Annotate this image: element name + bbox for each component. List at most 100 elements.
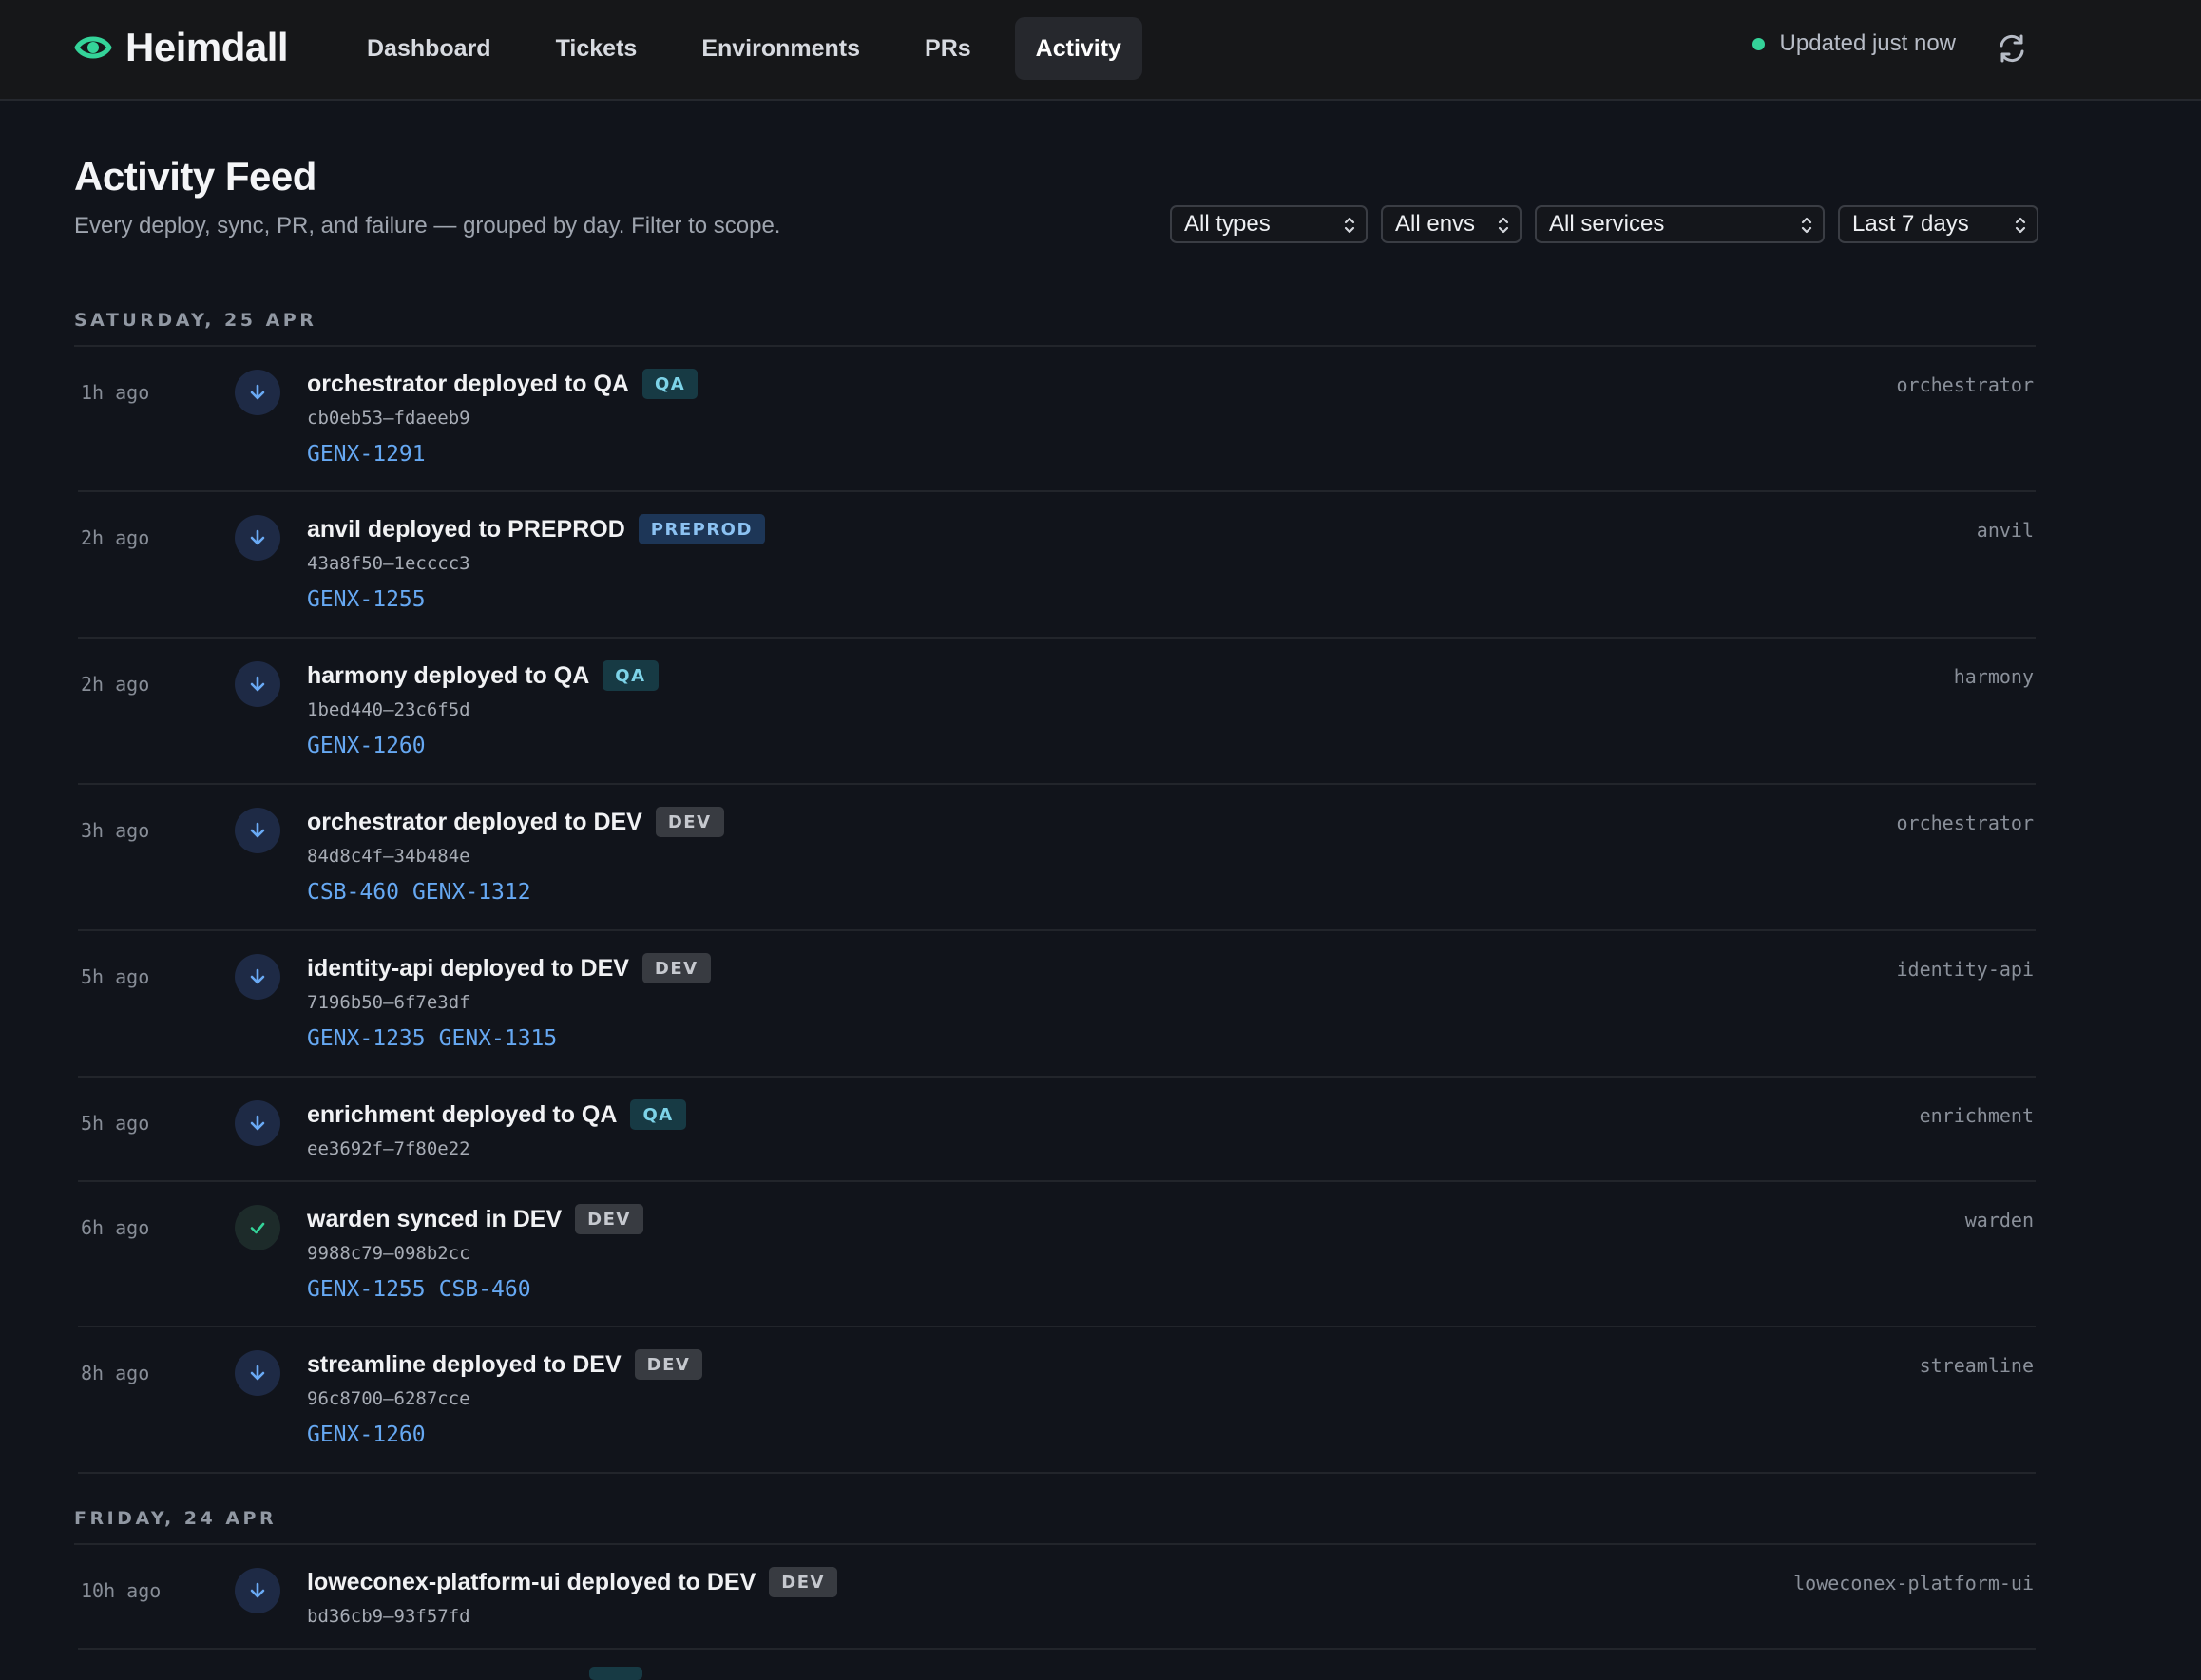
event-title: warden synced in DEV	[307, 1205, 563, 1232]
activity-row[interactable]: 2h ago anvil deployed to PREPROD PREPROD…	[78, 492, 2036, 639]
commit-range: 84d8c4f—34b484e	[307, 846, 470, 867]
refresh-icon[interactable]	[1994, 30, 2030, 67]
ticket-link[interactable]: GENX-1315	[439, 1026, 558, 1051]
deploy-status-icon	[235, 1568, 280, 1613]
service-name: harmony	[1953, 665, 2034, 688]
brand[interactable]: Heimdall	[74, 25, 289, 70]
env-filter-value: All envs	[1395, 211, 1476, 237]
env-filter-select[interactable]: All envs	[1381, 205, 1522, 243]
ticket-link[interactable]: GENX-1260	[307, 1422, 426, 1447]
service-name: warden	[1964, 1209, 2034, 1231]
activity-row[interactable]: 8h ago streamline deployed to DEV DEV 96…	[78, 1327, 2036, 1474]
sync-status-icon	[235, 1205, 280, 1250]
arrow-down-icon	[250, 1365, 265, 1381]
service-name: loweconex-platform-ui	[1793, 1572, 2034, 1594]
event-title: identity-api deployed to DEV	[307, 954, 629, 982]
event-time: 1h ago	[81, 381, 150, 404]
status-text: Updated just now	[1779, 30, 1956, 56]
ticket-link[interactable]: GENX-1255	[307, 1277, 426, 1302]
range-filter-value: Last 7 days	[1852, 211, 1969, 237]
event-title: orchestrator deployed to QA	[307, 370, 629, 397]
deploy-status-icon	[235, 1350, 280, 1396]
env-badge: DEV	[575, 1204, 643, 1234]
ticket-link[interactable]: GENX-1291	[307, 442, 426, 467]
deploy-status-icon	[235, 661, 280, 707]
type-filter-value: All types	[1184, 211, 1271, 237]
env-badge-partial	[589, 1667, 642, 1680]
event-time: 5h ago	[81, 965, 150, 988]
check-icon	[250, 1222, 265, 1234]
page-header: Activity Feed Every deploy, sync, PR, an…	[74, 154, 780, 239]
arrow-down-icon	[250, 822, 265, 838]
ticket-link[interactable]: CSB-460	[307, 880, 399, 905]
activity-row[interactable]: 2h ago harmony deployed to QA QA 1bed440…	[78, 639, 2036, 785]
env-badge: QA	[641, 369, 699, 399]
status-dot	[1751, 37, 1765, 50]
tab-environments[interactable]: Environments	[680, 17, 881, 80]
commit-range: 7196b50—6f7e3df	[307, 992, 470, 1013]
deploy-status-icon	[235, 1100, 280, 1146]
ticket-link[interactable]: CSB-460	[439, 1277, 531, 1302]
env-badge: DEV	[769, 1567, 837, 1597]
service-name: orchestrator	[1896, 811, 2035, 834]
service-name: anvil	[1976, 519, 2034, 542]
day-label: FRIDAY, 24 APR	[74, 1508, 278, 1529]
env-badge: DEV	[655, 807, 724, 837]
env-badge: QA	[603, 660, 659, 691]
event-title: enrichment deployed to QA	[307, 1100, 618, 1128]
tab-prs[interactable]: PRs	[904, 17, 992, 80]
day-label: SATURDAY, 25 APR	[74, 310, 317, 331]
activity-row[interactable]: 5h ago identity-api deployed to DEV DEV …	[78, 931, 2036, 1078]
page-subtitle: Every deploy, sync, PR, and failure — gr…	[74, 213, 781, 239]
event-title: harmony deployed to QA	[307, 661, 590, 689]
activity-row[interactable]: 6h ago warden synced in DEV DEV 9988c79—…	[78, 1182, 2036, 1327]
event-title: streamline deployed to DEV	[307, 1350, 622, 1378]
filter-bar: All types All envs All services Last 7 d…	[1170, 205, 2038, 243]
page-title: Activity Feed	[74, 154, 316, 199]
event-time: 6h ago	[81, 1216, 150, 1239]
service-name: enrichment	[1919, 1104, 2034, 1127]
commit-range: 1bed440—23c6f5d	[307, 699, 470, 720]
event-time: 5h ago	[81, 1112, 150, 1135]
eye-logo-icon	[74, 36, 112, 59]
deploy-status-icon	[235, 370, 280, 415]
activity-row[interactable]: 10h ago loweconex-platform-ui deployed t…	[78, 1545, 2036, 1650]
arrow-down-icon	[250, 1115, 265, 1131]
commit-range: 96c8700—6287cce	[307, 1388, 470, 1409]
activity-row[interactable]: 1h ago orchestrator deployed to QA QA cb…	[78, 347, 2036, 492]
activity-row[interactable]: 5h ago enrichment deployed to QA QA ee36…	[78, 1078, 2036, 1182]
tab-activity[interactable]: Activity	[1014, 17, 1142, 80]
event-time: 2h ago	[81, 673, 150, 696]
ticket-link[interactable]: GENX-1255	[307, 587, 426, 612]
service-name: streamline	[1919, 1354, 2034, 1377]
update-status: Updated just now	[1751, 30, 1956, 57]
event-title: loweconex-platform-ui deployed to DEV	[307, 1568, 756, 1595]
deploy-status-icon	[235, 954, 280, 1000]
service-name: orchestrator	[1896, 373, 2035, 396]
env-badge: PREPROD	[638, 514, 765, 544]
arrow-down-icon	[250, 676, 265, 692]
ticket-link[interactable]: GENX-1260	[307, 734, 426, 758]
ticket-link[interactable]: GENX-1312	[412, 880, 531, 905]
tab-dashboard[interactable]: Dashboard	[346, 17, 512, 80]
event-time: 8h ago	[81, 1362, 150, 1384]
deploy-status-icon	[235, 515, 280, 561]
range-filter-select[interactable]: Last 7 days	[1838, 205, 2038, 243]
tab-tickets[interactable]: Tickets	[535, 17, 659, 80]
env-badge: DEV	[634, 1349, 703, 1380]
main-nav: Dashboard Tickets Environments PRs Activ…	[346, 17, 1165, 80]
event-time: 10h ago	[81, 1579, 162, 1602]
arrow-down-icon	[250, 968, 265, 984]
event-time: 3h ago	[81, 819, 150, 842]
chevron-updown-icon	[1498, 217, 1509, 234]
ticket-link[interactable]: GENX-1235	[307, 1026, 426, 1051]
commit-range: 9988c79—098b2cc	[307, 1243, 470, 1264]
commit-range: 43a8f50—1ecccc3	[307, 553, 470, 574]
activity-row[interactable]: 3h ago orchestrator deployed to DEV DEV …	[78, 785, 2036, 931]
service-filter-select[interactable]: All services	[1535, 205, 1825, 243]
arrow-down-icon	[250, 529, 265, 545]
commit-range: cb0eb53—fdaeeb9	[307, 408, 470, 429]
type-filter-select[interactable]: All types	[1170, 205, 1368, 243]
chevron-updown-icon	[1801, 217, 1812, 234]
chevron-updown-icon	[2015, 217, 2026, 234]
